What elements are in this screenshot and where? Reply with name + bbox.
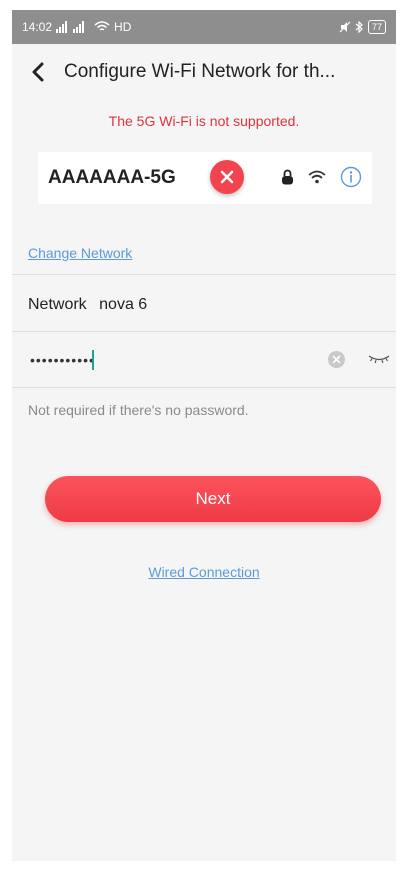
- lock-icon: [282, 169, 293, 185]
- app-bar: Configure Wi-Fi Network for th...: [12, 44, 396, 100]
- status-left: 14:02 HD: [22, 20, 131, 34]
- phone-screen: 14:02 HD 77 Configure Wi-Fi Network for …: [12, 10, 396, 861]
- wifi-card-icons: [281, 166, 362, 188]
- network-ssid-value: nova 6: [99, 296, 148, 313]
- battery-indicator: 77: [367, 20, 386, 34]
- chevron-left-icon: [32, 62, 44, 82]
- error-x-icon: [210, 160, 244, 194]
- divider: [12, 274, 396, 275]
- mute-icon: [339, 21, 351, 33]
- screen-frame: 14:02 HD 77 Configure Wi-Fi Network for …: [0, 0, 408, 873]
- password-input[interactable]: [28, 350, 302, 369]
- wifi-signal-icon: [308, 170, 326, 184]
- network-label: Network: [28, 296, 87, 313]
- wifi-status-icon: [94, 21, 110, 31]
- wired-connection-link[interactable]: Wired Connection: [12, 564, 396, 580]
- status-time: 14:02: [22, 20, 53, 34]
- password-row: [12, 332, 396, 387]
- page-title: Configure Wi-Fi Network for th...: [64, 61, 336, 82]
- info-icon[interactable]: [340, 166, 362, 188]
- change-network-link[interactable]: Change Network: [28, 245, 132, 261]
- unsupported-warning: The 5G Wi-Fi is not supported.: [108, 113, 300, 129]
- wifi-network-card: AAAAAAA-5G: [38, 152, 372, 204]
- clear-icon: [332, 355, 341, 364]
- bluetooth-icon: [355, 21, 363, 33]
- network-type-label: HD: [114, 20, 132, 34]
- wifi-ssid: AAAAAAA-5G: [48, 167, 176, 188]
- text-caret: [92, 349, 94, 370]
- back-button[interactable]: [12, 44, 64, 100]
- cell-signal-icon: [56, 21, 85, 33]
- eye-closed-icon: [368, 355, 390, 364]
- status-bar: 14:02 HD 77: [12, 10, 396, 44]
- divider: [12, 387, 396, 388]
- password-hint: Not required if there's no password.: [28, 402, 249, 418]
- status-right: 77: [339, 20, 386, 34]
- next-button[interactable]: Next: [45, 476, 381, 522]
- clear-input-button[interactable]: [328, 351, 345, 368]
- toggle-password-visibility-button[interactable]: [368, 352, 390, 370]
- network-row: Network nova 6: [28, 296, 147, 314]
